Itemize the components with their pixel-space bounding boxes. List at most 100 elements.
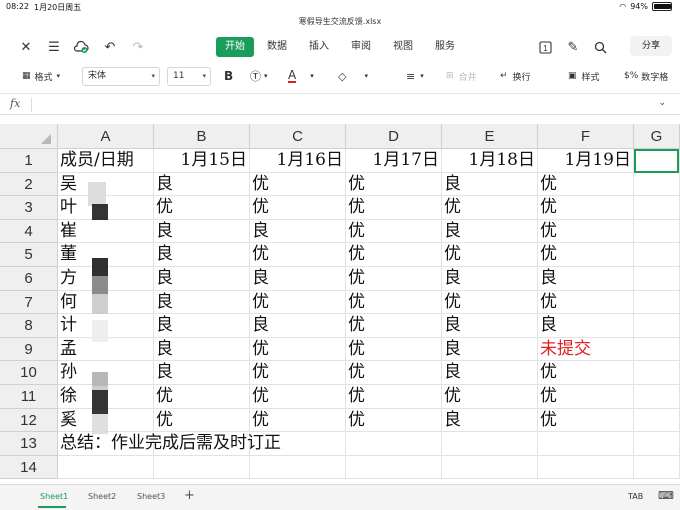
selected-cell[interactable] bbox=[634, 149, 679, 173]
grade-cell[interactable]: 优 bbox=[154, 196, 250, 220]
grade-cell[interactable]: 良 bbox=[250, 314, 346, 338]
select-all-corner[interactable] bbox=[0, 124, 58, 149]
tab-key-button[interactable]: TAB bbox=[628, 492, 643, 501]
grade-cell[interactable]: 优 bbox=[538, 409, 634, 433]
grade-cell[interactable]: 良 bbox=[154, 338, 250, 362]
grade-cell[interactable]: 优 bbox=[346, 409, 442, 433]
grade-cell[interactable]: 优 bbox=[346, 338, 442, 362]
column-header-f[interactable]: F bbox=[538, 124, 634, 149]
grade-cell[interactable]: 优 bbox=[346, 220, 442, 244]
summary-cell[interactable]: 总结：作业完成后需及时订正 bbox=[58, 432, 458, 456]
row-header-1[interactable]: 1 bbox=[0, 149, 58, 173]
member-name-cell[interactable]: 吴 bbox=[58, 173, 154, 197]
row-header-5[interactable]: 5 bbox=[0, 243, 58, 267]
grade-cell[interactable]: 良 bbox=[538, 314, 634, 338]
tab-service[interactable]: 服务 bbox=[426, 37, 464, 57]
table-cell[interactable] bbox=[346, 455, 442, 480]
column-header-a[interactable]: A bbox=[58, 124, 154, 149]
grade-cell[interactable]: 良 bbox=[442, 267, 538, 291]
date-header[interactable]: 1月17日 bbox=[346, 149, 442, 173]
date-header[interactable]: 1月18日 bbox=[442, 149, 538, 173]
add-sheet-button[interactable]: + bbox=[184, 488, 195, 503]
member-name-cell[interactable]: 崔 bbox=[58, 220, 154, 244]
table-cell[interactable] bbox=[634, 385, 680, 409]
row-header-4[interactable]: 4 bbox=[0, 219, 58, 244]
grade-cell[interactable]: 优 bbox=[346, 243, 442, 267]
row-header-3[interactable]: 3 bbox=[0, 196, 58, 220]
table-cell[interactable] bbox=[538, 455, 634, 480]
align-button[interactable]: ≡ ▾ bbox=[406, 68, 424, 84]
row-header-2[interactable]: 2 bbox=[0, 172, 58, 197]
grade-cell[interactable]: 良 bbox=[154, 220, 250, 244]
grade-cell[interactable]: 优 bbox=[346, 361, 442, 385]
table-cell[interactable] bbox=[634, 361, 680, 385]
row-header-7[interactable]: 7 bbox=[0, 290, 58, 315]
row-header-11[interactable]: 11 bbox=[0, 385, 58, 409]
table-cell[interactable] bbox=[634, 267, 680, 291]
grade-cell[interactable]: 优 bbox=[250, 243, 346, 267]
formula-bar[interactable]: fx ⌄ bbox=[0, 93, 680, 115]
format-button[interactable]: ▦ 格式 ▾ bbox=[22, 68, 60, 84]
table-cell[interactable] bbox=[634, 243, 680, 267]
grade-cell[interactable]: 优 bbox=[538, 291, 634, 315]
grade-cell[interactable]: 优 bbox=[250, 385, 346, 409]
column-header-b[interactable]: B bbox=[154, 124, 250, 149]
grade-cell[interactable]: 良 bbox=[442, 220, 538, 244]
pen-icon[interactable]: ✎ bbox=[565, 39, 581, 55]
table-cell[interactable] bbox=[442, 455, 538, 480]
grade-cell[interactable]: 优 bbox=[250, 196, 346, 220]
grade-cell[interactable]: 优 bbox=[154, 409, 250, 433]
sheet-tab-1[interactable]: Sheet1 bbox=[40, 492, 68, 501]
table-cell[interactable] bbox=[634, 172, 680, 197]
tab-start[interactable]: 开始 bbox=[216, 37, 254, 57]
fill-color-button[interactable]: ◇ ▾ bbox=[338, 68, 368, 84]
grade-cell[interactable]: 优 bbox=[442, 385, 538, 409]
grade-cell[interactable]: 良 bbox=[442, 338, 538, 362]
sheet-tab-2[interactable]: Sheet2 bbox=[88, 492, 116, 501]
grade-cell[interactable]: 优 bbox=[346, 314, 442, 338]
table-cell[interactable] bbox=[154, 455, 250, 480]
row-header-10[interactable]: 10 bbox=[0, 361, 58, 385]
table-cell[interactable] bbox=[538, 432, 634, 456]
grade-cell[interactable]: 良 bbox=[154, 291, 250, 315]
row-header-6[interactable]: 6 bbox=[0, 267, 58, 291]
grade-cell[interactable]: 优 bbox=[346, 196, 442, 220]
grade-cell[interactable]: 优 bbox=[442, 291, 538, 315]
style-button[interactable]: ▣ 样式 bbox=[568, 68, 600, 84]
text-style-button[interactable]: Ⓣ ▾ bbox=[250, 68, 268, 84]
grade-cell[interactable]: 优 bbox=[538, 243, 634, 267]
grade-cell[interactable]: 优 bbox=[346, 267, 442, 291]
grade-cell[interactable]: 良 bbox=[442, 314, 538, 338]
grade-cell[interactable]: 优 bbox=[250, 291, 346, 315]
member-date-header[interactable]: 成员/日期 bbox=[58, 149, 154, 173]
keyboard-icon[interactable]: ⌨ bbox=[658, 489, 674, 502]
grade-cell[interactable]: 优 bbox=[346, 291, 442, 315]
tab-view[interactable]: 视图 bbox=[384, 37, 422, 57]
tab-insert[interactable]: 插入 bbox=[300, 37, 338, 57]
grade-cell[interactable]: 优 bbox=[538, 385, 634, 409]
grade-cell[interactable]: 良 bbox=[154, 314, 250, 338]
grade-cell[interactable]: 良 bbox=[442, 173, 538, 197]
grade-cell[interactable]: 良 bbox=[250, 220, 346, 244]
grade-cell[interactable]: 良 bbox=[154, 243, 250, 267]
close-icon[interactable]: ✕ bbox=[18, 39, 34, 55]
cloud-sync-icon[interactable] bbox=[73, 39, 89, 55]
merge-button[interactable]: ⊞ 合并 bbox=[446, 68, 477, 84]
page-count-icon[interactable]: 1 bbox=[537, 39, 553, 55]
grade-cell[interactable]: 优 bbox=[538, 196, 634, 220]
table-cell[interactable] bbox=[634, 455, 680, 480]
table-cell[interactable] bbox=[634, 219, 680, 244]
grade-cell[interactable]: 优 bbox=[346, 173, 442, 197]
bold-button[interactable]: B bbox=[224, 68, 233, 84]
date-header[interactable]: 1月19日 bbox=[538, 149, 634, 173]
chevron-down-icon[interactable]: ⌄ bbox=[658, 98, 666, 108]
font-color-button[interactable]: A ▾ bbox=[288, 68, 314, 84]
grade-cell[interactable]: 良 bbox=[154, 267, 250, 291]
number-format-button[interactable]: $% 数字格 bbox=[624, 68, 668, 84]
grade-cell[interactable]: 未提交 bbox=[538, 338, 634, 362]
grade-cell[interactable]: 优 bbox=[250, 361, 346, 385]
row-header-13[interactable]: 13 bbox=[0, 432, 58, 456]
font-name-select[interactable]: 宋体 ▾ bbox=[82, 67, 160, 86]
table-cell[interactable] bbox=[634, 408, 680, 433]
grade-cell[interactable]: 优 bbox=[154, 385, 250, 409]
